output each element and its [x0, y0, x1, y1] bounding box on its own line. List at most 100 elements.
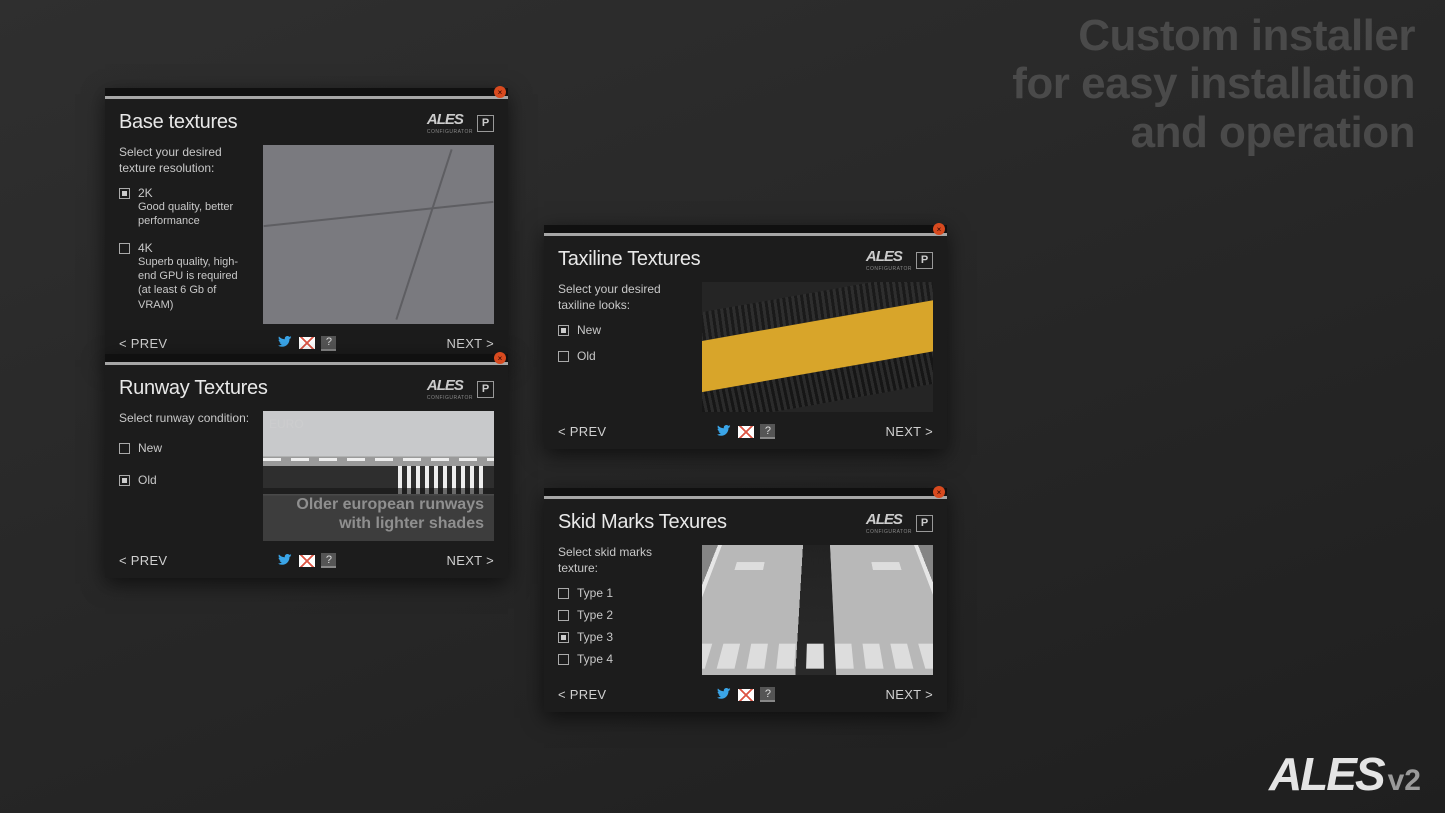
option-desc: Good quality, better performance — [138, 200, 251, 229]
preview-image — [702, 282, 933, 412]
option-head: New — [577, 323, 601, 337]
option-type4[interactable]: Type 4 — [558, 652, 690, 666]
headline-line: for easy installation — [1012, 60, 1415, 108]
checkbox-icon[interactable] — [119, 243, 130, 254]
option-head: Type 1 — [577, 586, 613, 600]
preview-image: EURO Older european runways with lighter… — [263, 411, 494, 541]
window-title: Base textures — [119, 111, 237, 134]
next-button[interactable]: NEXT > — [447, 336, 494, 351]
brand-name: ALES — [427, 111, 463, 128]
window-title: Taxiline Textures — [558, 248, 700, 271]
brand-plogo-icon: P — [477, 115, 494, 132]
brand-sub: CONFIGURATOR — [866, 529, 912, 535]
prev-button[interactable]: < PREV — [558, 687, 606, 702]
brand-sub: CONFIGURATOR — [866, 266, 912, 272]
brand-logo: ALES CONFIGURATOR P — [866, 248, 933, 272]
close-button[interactable]: × — [933, 486, 945, 498]
headline-line: Custom installer — [1012, 12, 1415, 60]
instruction-text: Select skid marks texture: — [558, 545, 690, 576]
window-title: Skid Marks Texures — [558, 511, 727, 534]
caption-line: Older european runways — [273, 496, 484, 514]
twitter-icon[interactable] — [277, 336, 293, 350]
checkbox-icon[interactable] — [558, 610, 569, 621]
checkbox-icon[interactable] — [558, 325, 569, 336]
option-head: 4K — [138, 241, 251, 255]
brand-plogo-icon: P — [916, 515, 933, 532]
prev-button[interactable]: < PREV — [558, 424, 606, 439]
option-type1[interactable]: Type 1 — [558, 586, 690, 600]
gmail-icon[interactable] — [299, 555, 315, 567]
checkbox-icon[interactable] — [119, 475, 130, 486]
brand-sub: CONFIGURATOR — [427, 129, 473, 135]
next-button[interactable]: NEXT > — [886, 424, 933, 439]
option-head: Type 4 — [577, 652, 613, 666]
option-new[interactable]: New — [558, 323, 690, 337]
option-2k[interactable]: 2K Good quality, better performance — [119, 186, 251, 229]
window-title: Runway Textures — [119, 377, 268, 400]
titlebar[interactable]: × — [105, 354, 508, 362]
instruction-text: Select your desired taxiline looks: — [558, 282, 690, 313]
gmail-icon[interactable] — [738, 689, 754, 701]
twitter-icon[interactable] — [277, 554, 293, 568]
option-old[interactable]: Old — [119, 473, 251, 487]
gmail-icon[interactable] — [738, 426, 754, 438]
caption-line: with lighter shades — [273, 515, 484, 533]
product-logo: ALES v2 — [1269, 747, 1421, 801]
option-head: Type 3 — [577, 630, 613, 644]
close-button[interactable]: × — [933, 223, 945, 235]
option-head: Old — [138, 473, 157, 487]
brand-name: ALES — [866, 248, 902, 265]
help-icon[interactable]: ? — [760, 687, 775, 702]
window-runway-textures: × Runway Textures ALES CONFIGURATOR P Se… — [105, 354, 508, 578]
option-head: Old — [577, 349, 596, 363]
preview-label: EURO — [269, 417, 304, 431]
brand-logo: ALES CONFIGURATOR P — [866, 511, 933, 535]
help-icon[interactable]: ? — [321, 336, 336, 351]
window-skid-marks-textures: × Skid Marks Texures ALES CONFIGURATOR P… — [544, 488, 947, 712]
preview-caption: Older european runways with lighter shad… — [263, 488, 494, 541]
prev-button[interactable]: < PREV — [119, 553, 167, 568]
option-type3[interactable]: Type 3 — [558, 630, 690, 644]
help-icon[interactable]: ? — [321, 553, 336, 568]
close-button[interactable]: × — [494, 86, 506, 98]
headline-line: and operation — [1012, 109, 1415, 157]
window-taxiline-textures: × Taxiline Textures ALES CONFIGURATOR P … — [544, 225, 947, 449]
option-desc: Superb quality, high-end GPU is required… — [138, 255, 251, 312]
checkbox-icon[interactable] — [119, 443, 130, 454]
checkbox-icon[interactable] — [119, 188, 130, 199]
brand-name: ALES — [866, 511, 902, 528]
option-old[interactable]: Old — [558, 349, 690, 363]
option-type2[interactable]: Type 2 — [558, 608, 690, 622]
promo-headline: Custom installer for easy installation a… — [1012, 12, 1415, 157]
option-4k[interactable]: 4K Superb quality, high-end GPU is requi… — [119, 241, 251, 312]
option-new[interactable]: New — [119, 441, 251, 455]
titlebar[interactable]: × — [544, 225, 947, 233]
checkbox-icon[interactable] — [558, 351, 569, 362]
preview-image — [263, 145, 494, 324]
preview-image — [702, 545, 933, 675]
instruction-text: Select runway condition: — [119, 411, 251, 427]
gmail-icon[interactable] — [299, 337, 315, 349]
checkbox-icon[interactable] — [558, 654, 569, 665]
close-button[interactable]: × — [494, 352, 506, 364]
help-icon[interactable]: ? — [760, 424, 775, 439]
option-head: Type 2 — [577, 608, 613, 622]
brand-sub: CONFIGURATOR — [427, 395, 473, 401]
option-head: 2K — [138, 186, 251, 200]
next-button[interactable]: NEXT > — [886, 687, 933, 702]
next-button[interactable]: NEXT > — [447, 553, 494, 568]
twitter-icon[interactable] — [716, 425, 732, 439]
titlebar[interactable]: × — [544, 488, 947, 496]
prev-button[interactable]: < PREV — [119, 336, 167, 351]
brand-logo: ALES CONFIGURATOR P — [427, 377, 494, 401]
brand-plogo-icon: P — [477, 381, 494, 398]
instruction-text: Select your desired texture resolution: — [119, 145, 251, 176]
titlebar[interactable]: × — [105, 88, 508, 96]
option-head: New — [138, 441, 162, 455]
brand-plogo-icon: P — [916, 252, 933, 269]
checkbox-icon[interactable] — [558, 632, 569, 643]
twitter-icon[interactable] — [716, 688, 732, 702]
brand-logo: ALES CONFIGURATOR P — [427, 111, 494, 135]
checkbox-icon[interactable] — [558, 588, 569, 599]
brand-name: ALES — [427, 377, 463, 394]
